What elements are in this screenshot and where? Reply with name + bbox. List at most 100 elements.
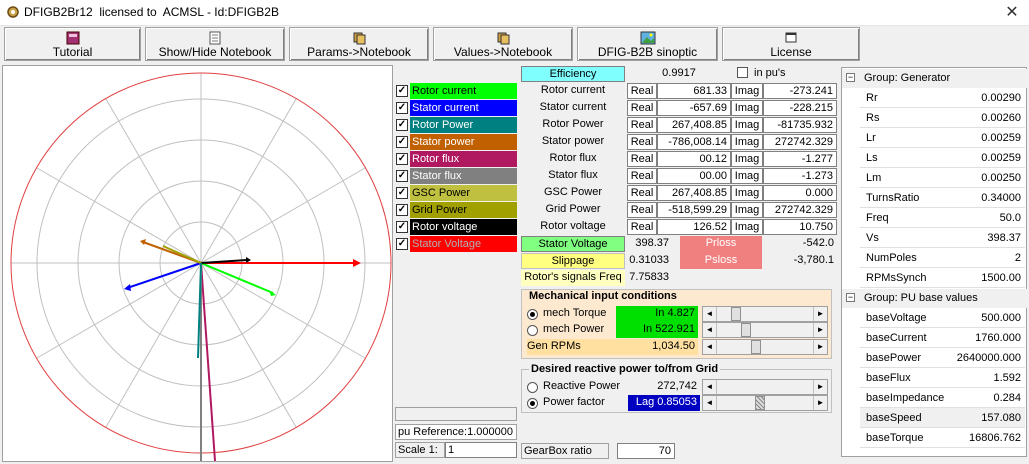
power-factor-slider[interactable]: ◄ ►	[702, 395, 828, 411]
prop-row[interactable]: baseTorque 16806.762	[860, 428, 1025, 448]
gen-rpm-slider[interactable]: ◄ ►	[702, 339, 828, 355]
prop-row[interactable]: Lm 0.00250	[860, 168, 1025, 188]
collapse-icon[interactable]: −	[846, 293, 855, 302]
prop-row[interactable]: Rs 0.00260	[860, 108, 1025, 128]
prop-row[interactable]: baseImpedance 0.284	[860, 388, 1025, 408]
collapse-icon[interactable]: −	[846, 73, 855, 82]
scroll-left-icon[interactable]: ◄	[703, 307, 717, 321]
legend-item-rotor-power[interactable]: ✓ Rotor Power	[395, 117, 517, 133]
mech-power-value[interactable]: In 522.921	[616, 322, 698, 338]
prop-row[interactable]: baseSpeed 157.080	[860, 408, 1025, 428]
imag-value: -1.277	[763, 151, 837, 167]
check-icon[interactable]: ✓	[396, 119, 408, 131]
check-icon[interactable]: ✓	[396, 136, 408, 148]
mech-power-radio[interactable]	[527, 325, 538, 336]
prop-row[interactable]: Lr 0.00259	[860, 128, 1025, 148]
title-bar: DFIGB2Br12 licensed to ACMSL - Id:DFIGB2…	[0, 0, 1029, 26]
prop-row[interactable]: Ls 0.00259	[860, 148, 1025, 168]
check-icon[interactable]: ✓	[396, 187, 408, 199]
measurement-label: Rotor Power	[542, 118, 604, 130]
real-value: 00.00	[657, 168, 731, 184]
reactive-power-radio[interactable]	[527, 382, 538, 393]
slider-thumb[interactable]	[741, 323, 751, 337]
reactive-power-slider[interactable]: ◄ ►	[702, 379, 828, 395]
scale-input[interactable]: 1	[445, 442, 517, 458]
tutorial-label: Tutorial	[52, 45, 93, 59]
scroll-left-icon[interactable]: ◄	[703, 323, 717, 337]
prop-row[interactable]: baseCurrent 1760.000	[860, 328, 1025, 348]
prop-row[interactable]: Rr 0.00290	[860, 88, 1025, 108]
legend-item-rotor-flux[interactable]: ✓ Rotor flux	[395, 151, 517, 167]
grid-spoke	[36, 167, 202, 264]
gearbox-input[interactable]: 70	[617, 443, 675, 459]
measurement-label: GSC Power	[543, 186, 603, 198]
dfig-sinoptic-button[interactable]: DFIG-B2B sinoptic	[577, 27, 718, 61]
reactive-power-value[interactable]: 272,742	[628, 379, 700, 395]
prop-row[interactable]: Vs 398.37	[860, 228, 1025, 248]
imag-value: -228.215	[763, 100, 837, 116]
scroll-right-icon[interactable]: ►	[813, 380, 827, 394]
mech-torque-value[interactable]: In 4.827	[616, 306, 698, 322]
imag-value: -81735.932	[763, 117, 837, 133]
measurement-label: Stator current	[539, 101, 607, 113]
legend-item-rotor-voltage[interactable]: ✓ Rotor voltage	[395, 219, 517, 235]
legend-item-stator-current[interactable]: ✓ Stator current	[395, 100, 517, 116]
show-hide-notebook-button[interactable]: Show/Hide Notebook	[145, 27, 285, 61]
prop-row[interactable]: Freq 50.0	[860, 208, 1025, 228]
legend-item-gsc-power[interactable]: ✓ GSC Power	[395, 185, 517, 201]
legend-item-grid-power[interactable]: ✓ Grid Power	[395, 202, 517, 218]
in-pu-checkbox[interactable]	[737, 67, 748, 78]
scroll-right-icon[interactable]: ►	[813, 340, 827, 354]
legend-item-stator-power[interactable]: ✓ Stator power	[395, 134, 517, 150]
prop-key: Ls	[866, 152, 878, 164]
prop-row[interactable]: baseFlux 1.592	[860, 368, 1025, 388]
prop-row[interactable]: RPMsSynch 1500.00	[860, 268, 1025, 288]
prop-value: 0.00260	[981, 112, 1021, 124]
real-tag: Real	[627, 202, 657, 218]
scroll-left-icon[interactable]: ◄	[703, 340, 717, 354]
scroll-left-icon[interactable]: ◄	[703, 380, 717, 394]
license-button[interactable]: License	[722, 27, 860, 61]
legend-item-stator-flux[interactable]: ✓ Stator flux	[395, 168, 517, 184]
mech-torque-radio[interactable]	[527, 309, 538, 320]
power-factor-label: Power factor	[543, 396, 605, 408]
scroll-right-icon[interactable]: ►	[813, 307, 827, 321]
close-button[interactable]: ✕	[995, 0, 1029, 26]
slider-thumb[interactable]	[731, 307, 741, 321]
scroll-left-icon[interactable]: ◄	[703, 396, 717, 410]
measurement-label: Rotor current	[540, 84, 606, 96]
prop-row[interactable]: NumPoles 2	[860, 248, 1025, 268]
scroll-right-icon[interactable]: ►	[813, 323, 827, 337]
check-icon[interactable]: ✓	[396, 204, 408, 216]
tutorial-button[interactable]: Tutorial	[4, 27, 141, 61]
power-factor-value[interactable]: Lag 0.85053	[628, 395, 700, 411]
group-pu-base[interactable]: − Group: PU base values	[842, 289, 1027, 308]
params-to-notebook-button[interactable]: Params->Notebook	[289, 27, 429, 61]
check-icon[interactable]: ✓	[396, 221, 408, 233]
check-icon[interactable]: ✓	[396, 85, 408, 97]
slider-thumb[interactable]	[755, 396, 765, 410]
mech-power-slider[interactable]: ◄ ►	[702, 322, 828, 338]
prop-row[interactable]: basePower 2640000.000	[860, 348, 1025, 368]
check-icon[interactable]: ✓	[396, 153, 408, 165]
legend-item-stator-voltage[interactable]: ✓ Stator Voltage	[395, 236, 517, 252]
mech-torque-slider[interactable]: ◄ ►	[702, 306, 828, 322]
prop-row[interactable]: baseVoltage 500.000	[860, 308, 1025, 328]
scroll-right-icon[interactable]: ►	[813, 396, 827, 410]
gear-icon	[7, 6, 19, 18]
values-to-notebook-button[interactable]: Values->Notebook	[433, 27, 573, 61]
slider-thumb[interactable]	[751, 340, 761, 354]
reactive-power-title: Desired reactive power to/from Grid	[529, 362, 721, 378]
grid-spoke	[200, 262, 297, 428]
legend-item-rotor-current[interactable]: ✓ Rotor current	[395, 83, 517, 99]
check-icon[interactable]: ✓	[396, 102, 408, 114]
group-generator[interactable]: − Group: Generator	[842, 69, 1027, 88]
prop-row[interactable]: TurnsRatio 0.34000	[860, 188, 1025, 208]
prop-key: Rr	[866, 92, 878, 104]
power-factor-radio[interactable]	[527, 398, 538, 409]
psloss-label: Psloss	[704, 254, 738, 266]
check-icon[interactable]: ✓	[396, 238, 408, 250]
real-tag: Real	[627, 134, 657, 150]
check-icon[interactable]: ✓	[396, 170, 408, 182]
imag-value: 0.000	[763, 185, 837, 201]
